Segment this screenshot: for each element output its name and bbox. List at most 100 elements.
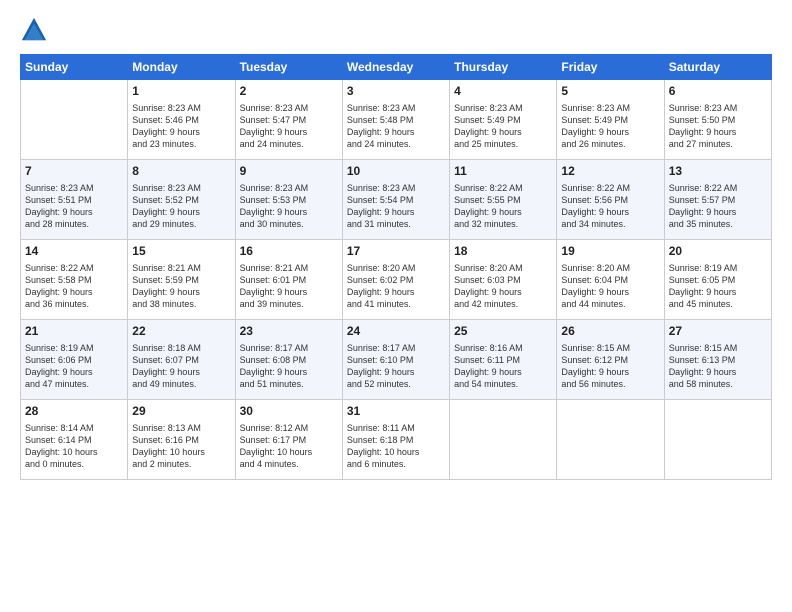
day-number: 25 (454, 323, 552, 340)
day-info: Sunrise: 8:17 AM Sunset: 6:10 PM Dayligh… (347, 342, 445, 391)
day-info: Sunrise: 8:19 AM Sunset: 6:06 PM Dayligh… (25, 342, 123, 391)
day-info: Sunrise: 8:19 AM Sunset: 6:05 PM Dayligh… (669, 262, 767, 311)
weekday-header-thursday: Thursday (450, 55, 557, 80)
day-info: Sunrise: 8:16 AM Sunset: 6:11 PM Dayligh… (454, 342, 552, 391)
day-number: 31 (347, 403, 445, 420)
calendar-cell: 2Sunrise: 8:23 AM Sunset: 5:47 PM Daylig… (235, 80, 342, 160)
calendar-cell: 5 Sunrise: 8:23 AM Sunset: 5:49 PM Daylig… (557, 80, 664, 160)
calendar-cell (21, 80, 128, 160)
calendar-cell: 23Sunrise: 8:17 AM Sunset: 6:08 PM Dayli… (235, 320, 342, 400)
day-info: Sunrise: 8:23 AM Sunset: 5:50 PM Dayligh… (669, 102, 767, 151)
day-info: Sunrise: 8:22 AM Sunset: 5:58 PM Dayligh… (25, 262, 123, 311)
weekday-header-monday: Monday (128, 55, 235, 80)
day-number: 20 (669, 243, 767, 260)
calendar-cell: 11 Sunrise: 8:22 AM Sunset: 5:55 PM Dayli… (450, 160, 557, 240)
calendar-cell: 30 Sunrise: 8:12 AM Sunset: 6:17 PM Dayli… (235, 400, 342, 480)
calendar-cell: 3Sunrise: 8:23 AM Sunset: 5:48 PM Daylig… (342, 80, 449, 160)
day-number: 3 (347, 83, 445, 100)
calendar-week-row: 1Sunrise: 8:23 AM Sunset: 5:46 PM Daylig… (21, 80, 772, 160)
calendar-page: SundayMondayTuesdayWednesdayThursdayFrid… (0, 0, 792, 612)
calendar-cell: 25 Sunrise: 8:16 AM Sunset: 6:11 PM Dayli… (450, 320, 557, 400)
day-number: 21 (25, 323, 123, 340)
day-info: Sunrise: 8:15 AM Sunset: 6:13 PM Dayligh… (669, 342, 767, 391)
calendar-cell: 29Sunrise: 8:13 AM Sunset: 6:16 PM Dayli… (128, 400, 235, 480)
day-number: 30 (240, 403, 338, 420)
weekday-header-friday: Friday (557, 55, 664, 80)
logo (20, 16, 52, 44)
calendar-cell: 10 Sunrise: 8:23 AM Sunset: 5:54 PM Dayli… (342, 160, 449, 240)
calendar-cell: 26 Sunrise: 8:15 AM Sunset: 6:12 PM Dayli… (557, 320, 664, 400)
calendar-cell: 31 Sunrise: 8:11 AM Sunset: 6:18 PM Dayli… (342, 400, 449, 480)
calendar-cell: 9 Sunrise: 8:23 AM Sunset: 5:53 PM Daylig… (235, 160, 342, 240)
day-number: 23 (240, 323, 338, 340)
day-number: 4 (454, 83, 552, 100)
weekday-header-row: SundayMondayTuesdayWednesdayThursdayFrid… (21, 55, 772, 80)
calendar-cell: 6 Sunrise: 8:23 AM Sunset: 5:50 PM Daylig… (664, 80, 771, 160)
calendar-week-row: 28Sunrise: 8:14 AM Sunset: 6:14 PM Dayli… (21, 400, 772, 480)
day-info: Sunrise: 8:23 AM Sunset: 5:51 PM Dayligh… (25, 182, 123, 231)
logo-icon (20, 16, 48, 44)
day-number: 15 (132, 243, 230, 260)
weekday-header-sunday: Sunday (21, 55, 128, 80)
day-number: 26 (561, 323, 659, 340)
day-number: 12 (561, 163, 659, 180)
calendar-cell: 20 Sunrise: 8:19 AM Sunset: 6:05 PM Dayli… (664, 240, 771, 320)
day-number: 7 (25, 163, 123, 180)
day-number: 11 (454, 163, 552, 180)
day-info: Sunrise: 8:20 AM Sunset: 6:04 PM Dayligh… (561, 262, 659, 311)
day-number: 18 (454, 243, 552, 260)
calendar-cell: 18 Sunrise: 8:20 AM Sunset: 6:03 PM Dayli… (450, 240, 557, 320)
day-number: 29 (132, 403, 230, 420)
day-info: Sunrise: 8:23 AM Sunset: 5:53 PM Dayligh… (240, 182, 338, 231)
day-info: Sunrise: 8:21 AM Sunset: 5:59 PM Dayligh… (132, 262, 230, 311)
day-number: 6 (669, 83, 767, 100)
day-number: 10 (347, 163, 445, 180)
calendar-week-row: 7 Sunrise: 8:23 AM Sunset: 5:51 PM Daylig… (21, 160, 772, 240)
day-info: Sunrise: 8:11 AM Sunset: 6:18 PM Dayligh… (347, 422, 445, 471)
day-info: Sunrise: 8:23 AM Sunset: 5:49 PM Dayligh… (454, 102, 552, 151)
day-info: Sunrise: 8:20 AM Sunset: 6:02 PM Dayligh… (347, 262, 445, 311)
day-number: 5 (561, 83, 659, 100)
day-info: Sunrise: 8:23 AM Sunset: 5:49 PM Dayligh… (561, 102, 659, 151)
calendar-week-row: 21 Sunrise: 8:19 AM Sunset: 6:06 PM Dayli… (21, 320, 772, 400)
header-area (20, 16, 772, 44)
weekday-header-wednesday: Wednesday (342, 55, 449, 80)
day-number: 2 (240, 83, 338, 100)
calendar-cell: 19 Sunrise: 8:20 AM Sunset: 6:04 PM Dayli… (557, 240, 664, 320)
calendar-cell (664, 400, 771, 480)
day-number: 13 (669, 163, 767, 180)
day-number: 8 (132, 163, 230, 180)
day-number: 9 (240, 163, 338, 180)
calendar-cell: 14 Sunrise: 8:22 AM Sunset: 5:58 PM Dayli… (21, 240, 128, 320)
calendar-cell (557, 400, 664, 480)
calendar-cell: 22Sunrise: 8:18 AM Sunset: 6:07 PM Dayli… (128, 320, 235, 400)
calendar-cell (450, 400, 557, 480)
calendar-cell: 13 Sunrise: 8:22 AM Sunset: 5:57 PM Dayli… (664, 160, 771, 240)
day-number: 1 (132, 83, 230, 100)
day-info: Sunrise: 8:20 AM Sunset: 6:03 PM Dayligh… (454, 262, 552, 311)
calendar-cell: 4 Sunrise: 8:23 AM Sunset: 5:49 PM Daylig… (450, 80, 557, 160)
calendar-cell: 8 Sunrise: 8:23 AM Sunset: 5:52 PM Daylig… (128, 160, 235, 240)
day-number: 14 (25, 243, 123, 260)
calendar-cell: 28Sunrise: 8:14 AM Sunset: 6:14 PM Dayli… (21, 400, 128, 480)
calendar-cell: 17Sunrise: 8:20 AM Sunset: 6:02 PM Dayli… (342, 240, 449, 320)
calendar-cell: 7 Sunrise: 8:23 AM Sunset: 5:51 PM Daylig… (21, 160, 128, 240)
day-info: Sunrise: 8:18 AM Sunset: 6:07 PM Dayligh… (132, 342, 230, 391)
calendar-cell: 24Sunrise: 8:17 AM Sunset: 6:10 PM Dayli… (342, 320, 449, 400)
day-info: Sunrise: 8:23 AM Sunset: 5:52 PM Dayligh… (132, 182, 230, 231)
day-info: Sunrise: 8:23 AM Sunset: 5:54 PM Dayligh… (347, 182, 445, 231)
day-number: 28 (25, 403, 123, 420)
day-info: Sunrise: 8:15 AM Sunset: 6:12 PM Dayligh… (561, 342, 659, 391)
calendar-week-row: 14 Sunrise: 8:22 AM Sunset: 5:58 PM Dayli… (21, 240, 772, 320)
day-info: Sunrise: 8:21 AM Sunset: 6:01 PM Dayligh… (240, 262, 338, 311)
calendar-cell: 21 Sunrise: 8:19 AM Sunset: 6:06 PM Dayli… (21, 320, 128, 400)
calendar-cell: 12Sunrise: 8:22 AM Sunset: 5:56 PM Dayli… (557, 160, 664, 240)
day-info: Sunrise: 8:22 AM Sunset: 5:57 PM Dayligh… (669, 182, 767, 231)
day-info: Sunrise: 8:12 AM Sunset: 6:17 PM Dayligh… (240, 422, 338, 471)
day-info: Sunrise: 8:22 AM Sunset: 5:55 PM Dayligh… (454, 182, 552, 231)
calendar-cell: 16Sunrise: 8:21 AM Sunset: 6:01 PM Dayli… (235, 240, 342, 320)
weekday-header-saturday: Saturday (664, 55, 771, 80)
calendar-cell: 27Sunrise: 8:15 AM Sunset: 6:13 PM Dayli… (664, 320, 771, 400)
calendar-table: SundayMondayTuesdayWednesdayThursdayFrid… (20, 54, 772, 480)
day-number: 19 (561, 243, 659, 260)
